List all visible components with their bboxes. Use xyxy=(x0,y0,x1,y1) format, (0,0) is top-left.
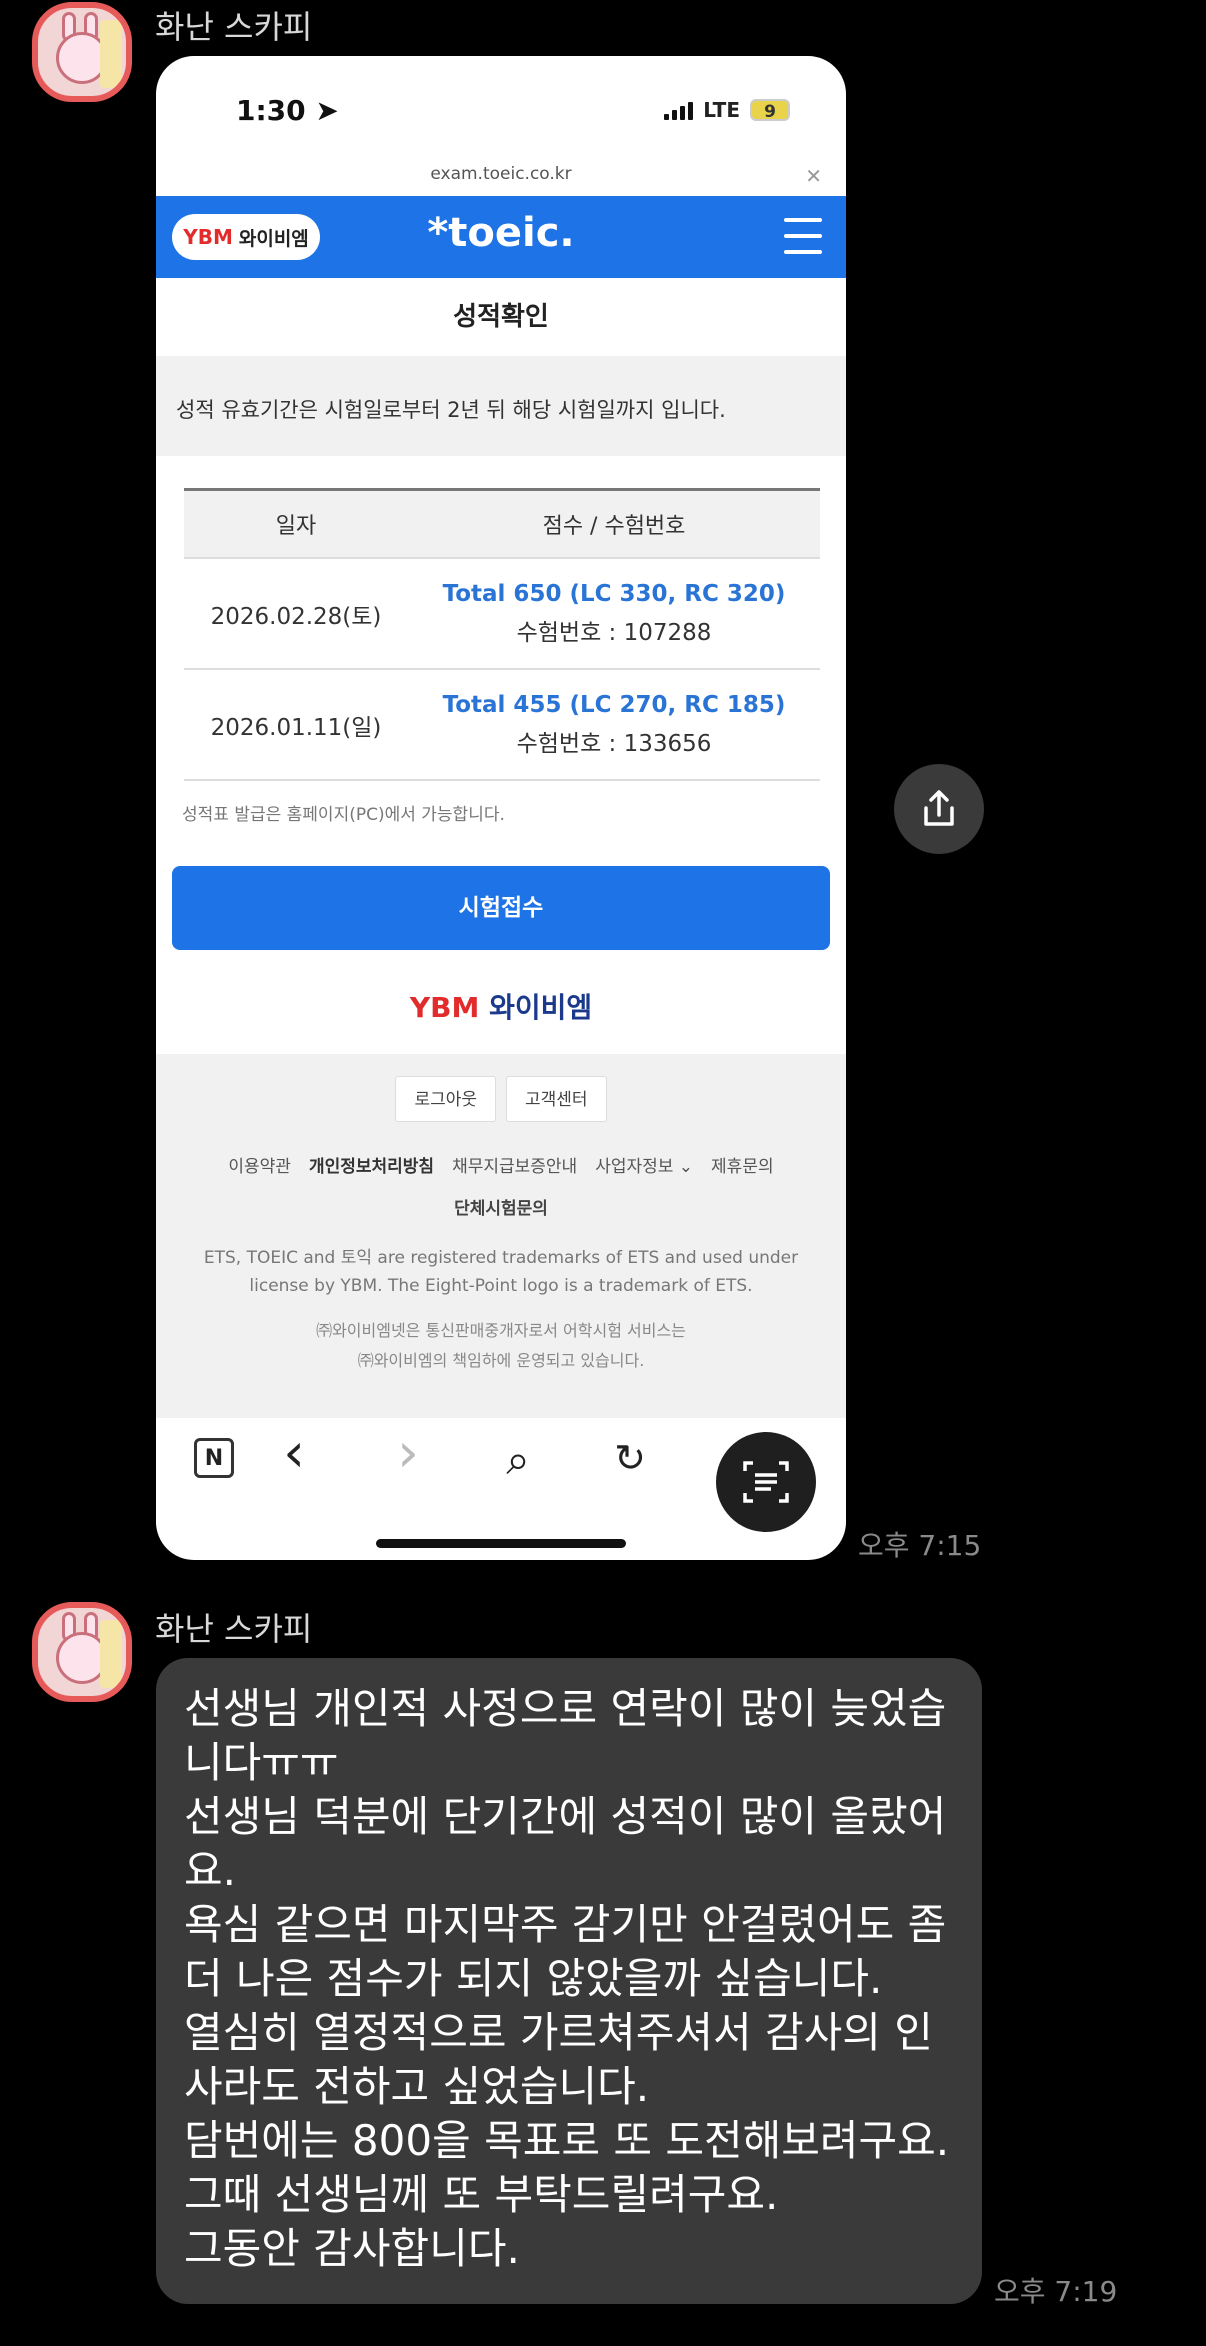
message-line: 요. xyxy=(184,1846,236,1895)
site-header: YBM 와이비엠 *toeic. xyxy=(156,196,846,278)
message-time: 오후 7:19 xyxy=(994,2275,1118,2308)
row-exam-number: 수험번호 : 107288 xyxy=(516,619,712,646)
message-line: 사라도 전하고 싶었습니다. xyxy=(184,2062,650,2111)
message-line: 선생님 개인적 사정으로 연락이 많이 늦었습 xyxy=(184,1684,947,1733)
message-line: 욕심 같으면 마지막주 감기만 안걸렸어도 좀 xyxy=(184,1900,947,1949)
message-line: 선생님 덕분에 단기간에 성적이 많이 올랐어 xyxy=(184,1792,947,1841)
battery-icon: 9 xyxy=(750,99,790,122)
avatar[interactable] xyxy=(32,1602,132,1702)
validity-notice: 성적 유효기간은 시험일로부터 2년 뒤 해당 시험일까지 입니다. xyxy=(156,356,846,456)
home-indicator xyxy=(376,1539,626,1548)
header-date: 일자 xyxy=(275,514,317,539)
score-table: 일자 점수 / 수험번호 2026.02.28(토) Total 650 (LC… xyxy=(184,488,820,781)
issue-note: 성적표 발급은 홈페이지(PC)에서 가능합니다. xyxy=(182,805,505,825)
row-date: 2026.02.28(토) xyxy=(210,603,382,630)
status-time: 1:30 ➤ xyxy=(236,94,339,127)
row-exam-number: 수험번호 : 133656 xyxy=(516,730,712,757)
message-line: 더 나은 점수가 되지 않았을까 싶습니다. xyxy=(184,1954,883,2003)
back-icon[interactable]: ‹ xyxy=(272,1421,316,1484)
network-label: LTE xyxy=(703,98,740,122)
toeic-logo[interactable]: *toeic. xyxy=(156,210,846,256)
screenshot-image[interactable]: 1:30 ➤ LTE 9 exam.toeic.co.kr ✕ YBM 와이비엠… xyxy=(156,56,846,1560)
search-icon[interactable]: ⌕ xyxy=(496,1435,540,1484)
ybm-footer-logo: YBM 와이비엠 xyxy=(409,991,593,1024)
naver-icon[interactable]: N xyxy=(194,1438,234,1478)
page-title: 성적확인 xyxy=(453,302,549,332)
guarantee-link[interactable]: 채무지급보증안내 xyxy=(452,1152,577,1177)
avatar[interactable] xyxy=(32,2,132,102)
close-icon[interactable]: ✕ xyxy=(805,164,822,188)
share-icon[interactable] xyxy=(894,764,984,854)
privacy-link[interactable]: 개인정보처리방침 xyxy=(309,1152,434,1177)
row-date: 2026.01.11(일) xyxy=(210,714,382,741)
exam-register-button[interactable]: 시험접수 xyxy=(172,866,830,950)
url-bar[interactable]: exam.toeic.co.kr ✕ xyxy=(156,164,846,196)
sender-name: 화난 스카피 xyxy=(155,8,313,46)
company-text: ㈜와이비엠넷은 통신판매중개자로서 어학시험 서비스는 ㈜와이비엠의 책임하에 … xyxy=(316,1321,686,1370)
forward-icon[interactable]: › xyxy=(386,1421,430,1484)
row-score-link[interactable]: Total 650 (LC 330, RC 320) xyxy=(408,581,820,607)
logout-button[interactable]: 로그아웃 xyxy=(395,1076,496,1122)
status-bar: 1:30 ➤ LTE 9 xyxy=(156,56,846,166)
terms-link[interactable]: 이용약관 xyxy=(228,1152,291,1177)
message-bubble[interactable]: 선생님 개인적 사정으로 연락이 많이 늦었습 니다ㅠㅠ 선생님 덕분에 단기간… xyxy=(156,1658,982,2304)
message-line: 담번에는 800을 목표로 또 도전해보려구요. xyxy=(184,2116,950,2165)
signal-icon xyxy=(664,100,694,120)
table-row: 2026.02.28(토) Total 650 (LC 330, RC 320)… xyxy=(184,557,820,668)
partnership-link[interactable]: 제휴문의 xyxy=(711,1152,774,1177)
reload-icon[interactable]: ↻ xyxy=(608,1436,652,1480)
message-line: 니다ㅠㅠ xyxy=(184,1738,339,1787)
customer-center-button[interactable]: 고객센터 xyxy=(506,1076,607,1122)
message-time: 오후 7:15 xyxy=(858,1529,982,1562)
trademark-text: ETS, TOEIC and 토익 are registered tradema… xyxy=(203,1248,799,1296)
menu-icon[interactable] xyxy=(784,218,822,254)
url-text: exam.toeic.co.kr xyxy=(430,164,572,184)
header-score: 점수 / 수험번호 xyxy=(542,514,686,539)
sender-name: 화난 스카피 xyxy=(155,1610,313,1648)
site-footer: 로그아웃 고객센터 이용약관 개인정보처리방침 채무지급보증안내 사업자정보 ⌄… xyxy=(156,1054,846,1418)
table-row: 2026.01.11(일) Total 455 (LC 270, RC 185)… xyxy=(184,668,820,779)
message-line: 그때 선생님께 또 부탁드릴려구요. xyxy=(184,2170,779,2219)
message-line: 그동안 감사합니다. xyxy=(184,2224,520,2273)
scan-text-icon[interactable] xyxy=(716,1432,816,1532)
business-info-link[interactable]: 사업자정보 ⌄ xyxy=(595,1152,693,1177)
message-line: 열심히 열정적으로 가르쳐주셔서 감사의 인 xyxy=(184,2008,933,2057)
group-exam-link[interactable]: 단체시험문의 xyxy=(156,1194,846,1219)
row-score-link[interactable]: Total 455 (LC 270, RC 185) xyxy=(408,692,820,718)
